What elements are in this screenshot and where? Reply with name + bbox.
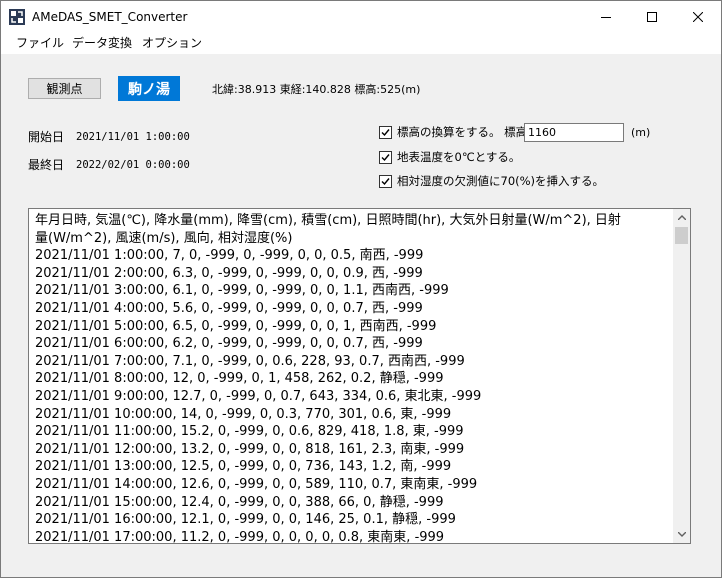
vertical-scrollbar[interactable] (673, 209, 690, 543)
scroll-down-button[interactable] (673, 526, 690, 543)
output-line: 2021/11/01 5:00:00, 6.5, 0, -999, 0, -99… (35, 318, 437, 334)
humidity-checkbox-label[interactable]: 相対湿度の欠測値に70(%)を挿入する。 (397, 174, 604, 189)
output-line: 2021/11/01 17:00:00, 11.2, 0, -999, 0, 0… (35, 529, 445, 544)
surface-temp-checkbox-label[interactable]: 地表温度を0℃とする。 (397, 150, 520, 165)
minimize-button[interactable] (583, 1, 629, 32)
output-line: 2021/11/01 11:00:00, 15.2, 0, -999, 0, 0… (35, 424, 464, 440)
output-line: 年月日時, 気温(℃), 降水量(mm), 降雪(cm), 積雪(cm), 日照… (35, 213, 621, 228)
menu-options[interactable]: オプション (142, 35, 202, 51)
start-date-label: 開始日 (28, 130, 65, 144)
end-date-value: 2022/02/01 0:00:00 (76, 159, 190, 171)
output-line: 量(W/m^2), 風速(m/s), 風向, 相対湿度(%) (35, 230, 293, 246)
elevation-input[interactable]: 1160 (524, 123, 624, 142)
chevron-up-icon (677, 215, 686, 220)
menu-data-convert[interactable]: データ変換 (72, 35, 132, 51)
station-button[interactable]: 観測点 (28, 78, 101, 99)
menu-file[interactable]: ファイル (16, 35, 64, 51)
output-line: 2021/11/01 12:00:00, 13.2, 0, -999, 0, 0… (35, 441, 465, 457)
title-bar[interactable]: AMeDAS_SMET_Converter (1, 1, 721, 32)
elevation-checkbox[interactable] (379, 126, 392, 139)
output-line: 2021/11/01 7:00:00, 7.1, 0, -999, 0, 0.6… (35, 353, 465, 369)
output-textarea[interactable]: 年月日時, 気温(℃), 降水量(mm), 降雪(cm), 積雪(cm), 日照… (28, 208, 691, 544)
humidity-checkbox[interactable] (379, 175, 392, 188)
scrollbar-thumb[interactable] (675, 227, 688, 244)
surface-temp-checkbox[interactable] (379, 151, 392, 164)
output-line: 2021/11/01 4:00:00, 5.6, 0, -999, 0, -99… (35, 300, 423, 316)
output-line: 2021/11/01 6:00:00, 6.2, 0, -999, 0, -99… (35, 336, 423, 352)
output-line: 2021/11/01 3:00:00, 6.1, 0, -999, 0, -99… (35, 283, 449, 299)
maximize-icon (647, 11, 657, 22)
output-line: 2021/11/01 14:00:00, 12.6, 0, -999, 0, 0… (35, 476, 478, 492)
app-icon (9, 9, 25, 25)
station-name-badge: 駒ノ湯 (118, 76, 180, 101)
elevation-unit: (m) (631, 126, 651, 139)
checkmark-icon (381, 154, 390, 162)
elevation-checkbox-label[interactable]: 標高の換算をする。 標高 (397, 125, 527, 140)
output-line: 2021/11/01 2:00:00, 6.3, 0, -999, 0, -99… (35, 265, 423, 281)
close-icon (693, 11, 703, 22)
checkmark-icon (381, 178, 390, 186)
chevron-down-icon (677, 532, 686, 537)
output-line: 2021/11/01 13:00:00, 12.5, 0, -999, 0, 0… (35, 459, 452, 475)
end-date-label: 最終日 (28, 158, 65, 172)
checkmark-icon (381, 129, 390, 137)
output-line: 2021/11/01 1:00:00, 7, 0, -999, 0, -999,… (35, 248, 424, 264)
close-button[interactable] (675, 1, 721, 32)
minimize-icon (601, 16, 611, 18)
main-content: 観測点 駒ノ湯 北緯:38.913 東経:140.828 標高:525(m) 開… (1, 54, 721, 577)
maximize-button[interactable] (629, 1, 675, 32)
output-text: 年月日時, 気温(℃), 降水量(mm), 降雪(cm), 積雪(cm), 日照… (35, 212, 673, 544)
menu-bar: ファイル データ変換 オプション (1, 32, 721, 54)
output-line: 2021/11/01 10:00:00, 14, 0, -999, 0, 0.3… (35, 406, 452, 422)
window-title: AMeDAS_SMET_Converter (32, 10, 188, 24)
output-line: 2021/11/01 9:00:00, 12.7, 0, -999, 0, 0.… (35, 388, 482, 404)
scroll-up-button[interactable] (673, 209, 690, 226)
output-line: 2021/11/01 8:00:00, 12, 0, -999, 0, 1, 4… (35, 371, 444, 387)
output-line: 2021/11/01 16:00:00, 12.1, 0, -999, 0, 0… (35, 512, 456, 528)
start-date-value: 2021/11/01 1:00:00 (76, 131, 190, 143)
output-line: 2021/11/01 15:00:00, 12.4, 0, -999, 0, 0… (35, 494, 444, 510)
station-coordinates: 北緯:38.913 東経:140.828 標高:525(m) (212, 83, 421, 96)
app-window: AMeDAS_SMET_Converter ファイル データ変換 オプション 観… (0, 0, 722, 578)
